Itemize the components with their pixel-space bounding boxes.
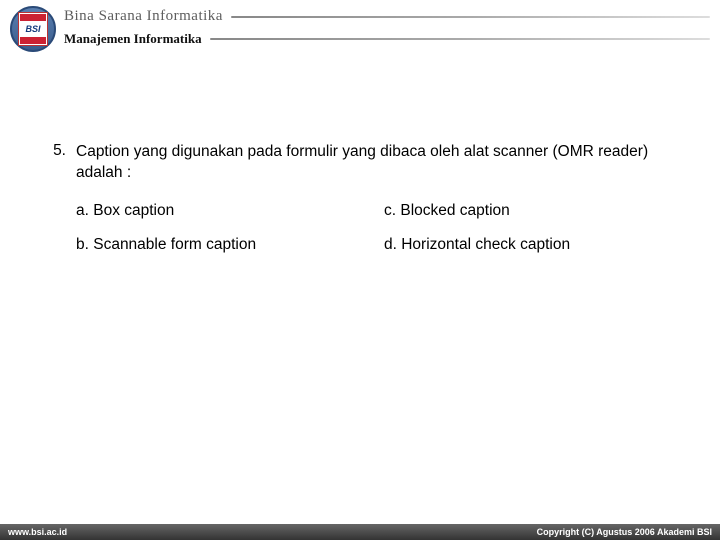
org-line: Bina Sarana Informatika xyxy=(64,8,710,25)
slide-footer: www.bsi.ac.id Copyright (C) Agustus 2006… xyxy=(0,524,720,540)
option-a: a. Box caption xyxy=(76,202,364,220)
header-text-block: Bina Sarana Informatika Manajemen Inform… xyxy=(64,6,710,47)
question-row: 5. Caption yang digunakan pada formulir … xyxy=(48,142,672,184)
logo-text: BSI xyxy=(20,25,46,34)
slide-content: 5. Caption yang digunakan pada formulir … xyxy=(0,62,720,254)
slide-header: BSI Bina Sarana Informatika Manajemen In… xyxy=(0,0,720,62)
option-c: c. Blocked caption xyxy=(384,202,672,220)
option-d: d. Horizontal check caption xyxy=(384,236,672,254)
bsi-logo-inner: BSI xyxy=(18,12,48,46)
dept-line: Manajemen Informatika xyxy=(64,31,710,47)
department-name: Manajemen Informatika xyxy=(64,31,202,47)
org-rule xyxy=(231,16,710,18)
option-b: b. Scannable form caption xyxy=(76,236,364,254)
question-number: 5. xyxy=(48,142,76,160)
question-text: Caption yang digunakan pada formulir yan… xyxy=(76,142,672,184)
options-grid: a. Box caption c. Blocked caption b. Sca… xyxy=(76,202,672,254)
footer-url: www.bsi.ac.id xyxy=(8,527,67,537)
bsi-logo: BSI xyxy=(10,6,56,52)
org-name: Bina Sarana Informatika xyxy=(64,8,223,25)
dept-rule xyxy=(210,38,710,40)
footer-copyright: Copyright (C) Agustus 2006 Akademi BSI xyxy=(537,527,712,537)
